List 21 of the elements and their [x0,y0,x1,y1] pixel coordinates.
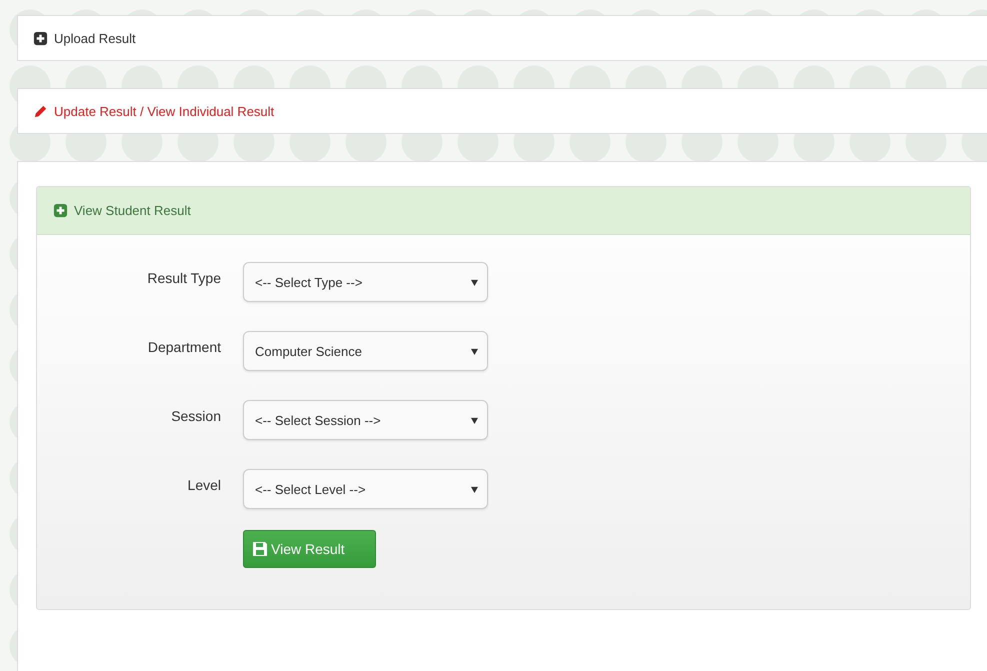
field-label: Result Type [146,269,221,286]
caret-icon [471,278,478,286]
field-label: Session [170,407,221,424]
save-icon [252,541,268,557]
panel-title: View Student Result [74,203,191,218]
plus-icon [53,203,68,218]
dropdown-field[interactable]: <-- Select Level --> [243,469,488,509]
plus-icon [33,30,48,46]
dropdown-field[interactable]: <-- Select Session --> [243,400,488,440]
field-label: Department [146,338,221,355]
caret-icon [471,416,478,424]
accordion-title: Update Result / View Individual Result [54,104,274,118]
accordion-header[interactable]: Upload Result [17,15,987,61]
accordion-header[interactable]: Update Result / View Individual Result [17,88,987,134]
caret-icon [471,348,478,354]
dropdown-field[interactable]: Computer Science [243,331,488,371]
field-label: Level [186,476,221,493]
caret-icon [471,486,478,492]
pencil-icon [33,104,48,118]
accordion-title: Upload Result [54,30,136,46]
dropdown-field[interactable]: <-- Select Type --> [243,262,488,302]
